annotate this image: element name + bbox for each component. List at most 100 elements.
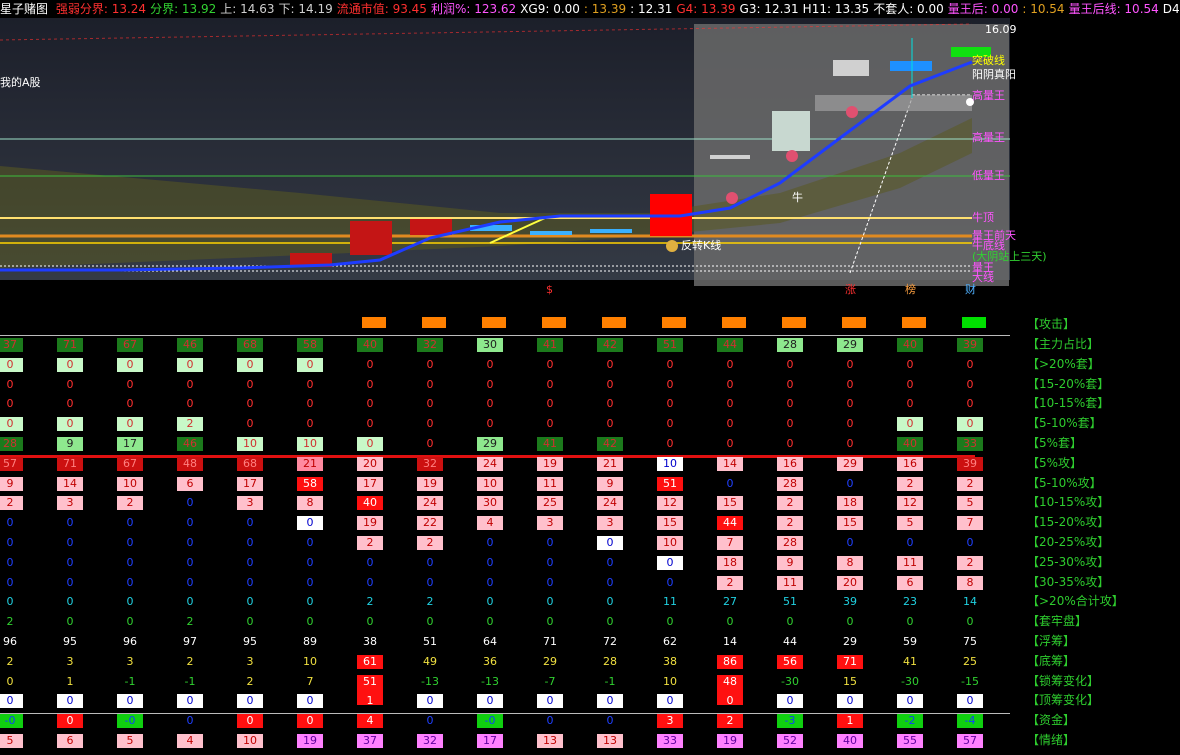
- table-cell: 17: [237, 476, 263, 491]
- table-cell: 11: [663, 595, 677, 609]
- table-cell: 2: [186, 654, 194, 668]
- table-cell: 29: [843, 635, 857, 648]
- table-cell: 21: [597, 456, 623, 471]
- indicator-value: 不套人: 0.00: [873, 2, 944, 16]
- table-cell: 0: [786, 615, 794, 629]
- table-cell: 0: [606, 615, 614, 629]
- table-cell: 0: [486, 536, 494, 549]
- table-cell: 17: [477, 734, 503, 748]
- indicator-value: 分界: 13.92: [150, 2, 217, 16]
- table-cell: 0: [0, 417, 23, 432]
- table-cell: 0: [486, 377, 494, 391]
- table-cell: 96: [123, 635, 137, 648]
- table-cell: 10: [477, 476, 503, 491]
- table-cell: 0: [66, 595, 74, 609]
- table-cell: 0: [6, 397, 14, 411]
- row-label: 【20-25%攻】: [1027, 535, 1110, 549]
- table-cell: 62: [663, 635, 677, 648]
- table-cell: 0: [846, 357, 854, 371]
- table-cell: 17: [357, 476, 383, 491]
- table-cell: 32: [417, 734, 443, 748]
- row-label: 【锁筹变化】: [1027, 673, 1100, 688]
- table-cell: 39: [957, 456, 983, 471]
- table-cell: 0: [126, 377, 134, 391]
- table-cell: 10: [657, 536, 683, 550]
- candle: [410, 219, 452, 235]
- row-label: 【5%攻】: [1027, 455, 1083, 470]
- table-cell: 9: [0, 476, 23, 491]
- table-cell: 0: [657, 694, 683, 709]
- table-cell: 33: [957, 437, 983, 451]
- table-cell: -4: [957, 714, 983, 729]
- table-cell: 3: [126, 654, 134, 668]
- table-cell: 39: [957, 338, 983, 352]
- table-cell: 0: [366, 615, 374, 629]
- table-cell: 57: [0, 456, 23, 471]
- table-cell: 0: [846, 536, 854, 549]
- table-cell: 0: [486, 417, 494, 431]
- table-cell: 0: [537, 694, 563, 709]
- table-cell: 64: [483, 635, 497, 648]
- table-cell: 29: [543, 654, 557, 668]
- table-cell: 48: [717, 674, 743, 705]
- table-cell: 8: [297, 496, 323, 511]
- table-cell: 0: [966, 615, 974, 629]
- attack-indicator: [662, 317, 686, 328]
- table-cell: 23: [903, 595, 917, 609]
- table-cell: 29: [477, 437, 503, 451]
- table-cell: 0: [606, 357, 614, 371]
- table-cell: 3: [246, 654, 254, 668]
- table-cell: 0: [846, 377, 854, 391]
- table-cell: 0: [486, 615, 494, 629]
- table-cell: 0: [666, 437, 674, 450]
- table-cell: 2: [957, 555, 983, 570]
- table-cell: 51: [357, 674, 383, 705]
- table-cell: 0: [726, 357, 734, 371]
- table-cell: 0: [846, 437, 854, 450]
- indicator-value: 下: 14.19: [278, 2, 333, 16]
- table-cell: 0: [237, 714, 263, 729]
- table-cell: 59: [903, 635, 917, 648]
- table-cell: 29: [837, 338, 863, 352]
- price-chart[interactable]: 我的A股 16.09 突破线 阳阴真阳 高量王 高量王 低量王 牛 牛顶 量王前…: [0, 18, 1180, 298]
- table-cell: 39: [843, 595, 857, 609]
- table-cell: 0: [546, 397, 554, 411]
- table-cell: 0: [297, 516, 323, 531]
- table-cell: 17: [117, 437, 143, 451]
- table-cell: 0: [366, 397, 374, 411]
- table-cell: 0: [606, 714, 614, 728]
- table-cell: 19: [297, 734, 323, 748]
- table-cell: 89: [303, 635, 317, 648]
- table-cell: 0: [306, 377, 314, 391]
- table-cell: 0: [906, 615, 914, 629]
- table-cell: 0: [846, 417, 854, 431]
- table-cell: 0: [726, 397, 734, 411]
- table-cell: 8: [957, 575, 983, 590]
- table-cell: 11: [777, 575, 803, 590]
- left-label: 我的A股: [0, 76, 41, 89]
- table-cell: 0: [546, 555, 554, 569]
- table-cell: 0: [486, 555, 494, 569]
- price-label: 16.09: [985, 23, 1017, 36]
- row-label: 【10-15%套】: [1027, 396, 1110, 411]
- table-cell: -2: [897, 714, 923, 729]
- indicator-value: 量王后线: 10.54: [1068, 2, 1159, 16]
- annotation: 牛顶: [972, 211, 994, 224]
- table-cell: 61: [357, 654, 383, 669]
- table-cell: 5: [957, 496, 983, 511]
- table-cell: 19: [357, 516, 383, 531]
- table-cell: 0: [6, 516, 14, 530]
- table-cell: 75: [963, 635, 977, 648]
- table-cell: 0: [246, 417, 254, 431]
- table-cell: 2: [957, 476, 983, 491]
- table-cell: 14: [723, 635, 737, 648]
- attack-indicator: [422, 317, 446, 328]
- attack-indicator: [482, 317, 506, 328]
- table-cell: 1: [66, 674, 74, 688]
- table-cell: 56: [777, 654, 803, 669]
- table-cell: -0: [0, 714, 23, 729]
- table-cell: 36: [483, 654, 497, 668]
- table-cell: 33: [657, 734, 683, 748]
- table-cell: 0: [597, 694, 623, 709]
- table-cell: 0: [66, 536, 74, 549]
